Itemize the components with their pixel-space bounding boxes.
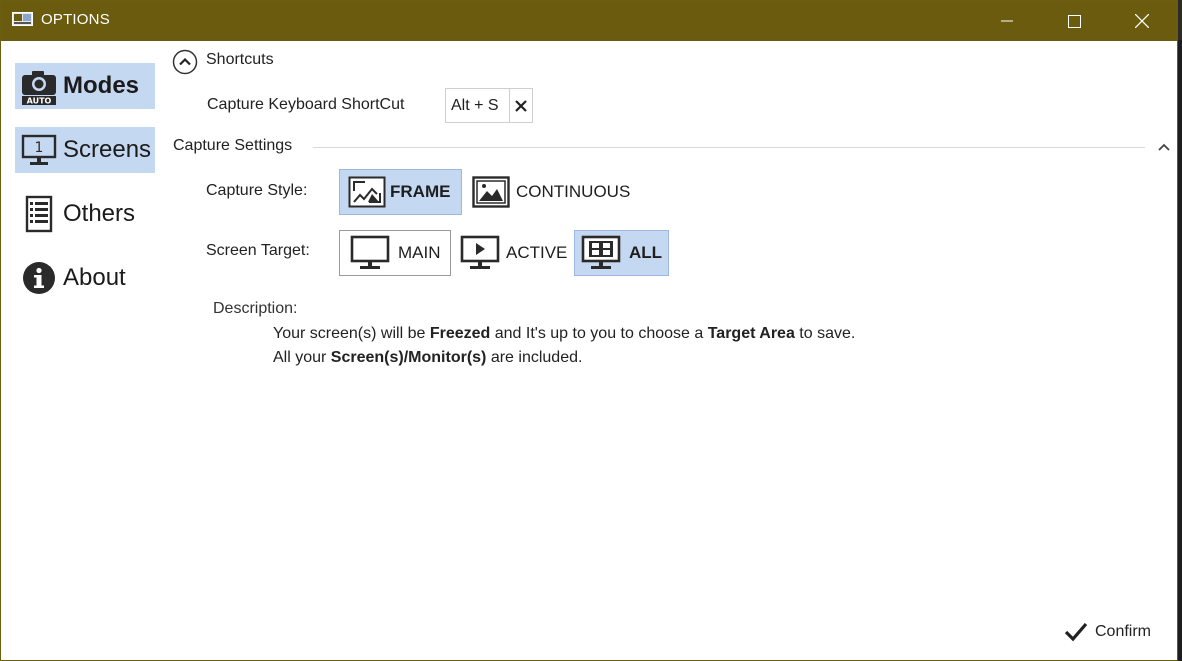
sidebar-item-label: Screens <box>63 136 152 163</box>
background-window-edge <box>1178 40 1182 661</box>
maximize-button[interactable] <box>1051 1 1097 41</box>
description-text: All your <box>273 349 331 366</box>
screen-target-main-option[interactable]: MAIN <box>339 230 451 276</box>
minimize-button[interactable] <box>984 1 1030 41</box>
minimize-icon <box>1001 20 1013 22</box>
confirm-label: Confirm <box>1095 623 1152 640</box>
group-divider <box>313 147 1145 148</box>
description-text: are included. <box>486 349 583 366</box>
description-title: Description: <box>213 300 298 317</box>
confirm-button[interactable]: Confirm <box>1063 618 1151 646</box>
description-emphasis: Target Area <box>707 325 795 342</box>
sidebar-item-label: Modes <box>63 72 140 99</box>
sidebar-item-screens[interactable]: 1 Screens <box>15 127 155 173</box>
camera-auto-icon: AUTO <box>19 66 59 106</box>
collapse-capture-settings-button[interactable] <box>1154 137 1174 157</box>
sidebar-item-label: About <box>63 264 126 291</box>
option-label: MAIN <box>398 243 441 262</box>
description-text: Your screen(s) will be <box>273 325 430 342</box>
sidebar-item-label: Others <box>63 200 136 227</box>
checkmark-icon <box>1064 622 1088 642</box>
image-icon <box>470 176 512 208</box>
auto-badge: AUTO <box>27 97 52 106</box>
screen-target-active-option[interactable]: ACTIVE <box>456 230 571 276</box>
option-label: ACTIVE <box>506 243 568 262</box>
sidebar-item-modes[interactable]: AUTO Modes <box>15 63 155 109</box>
maximize-icon <box>1067 14 1081 28</box>
option-label: CONTINUOUS <box>516 182 631 201</box>
capture-shortcut-value[interactable]: Alt + S <box>446 97 509 115</box>
chevron-up-icon <box>1158 143 1170 151</box>
monitor-play-icon <box>458 235 502 271</box>
info-icon <box>19 258 59 298</box>
description-text: and It's up to you to choose a <box>490 325 708 342</box>
svg-text:1: 1 <box>35 140 44 156</box>
monitor-icon <box>346 235 394 271</box>
screen-target-all-option[interactable]: ALL <box>574 230 669 276</box>
capture-style-continuous-option[interactable]: CONTINUOUS <box>468 169 638 215</box>
window-title: OPTIONS <box>41 11 110 28</box>
sidebar-item-about[interactable]: About <box>15 255 155 301</box>
clear-shortcut-button[interactable] <box>509 89 532 122</box>
close-icon <box>515 99 527 112</box>
collapse-shortcuts-icon[interactable] <box>172 49 198 75</box>
description-text: to save. <box>794 325 856 342</box>
capture-style-frame-option[interactable]: FRAME <box>339 169 462 215</box>
close-button[interactable] <box>1119 1 1165 41</box>
sidebar-item-others[interactable]: Others <box>15 191 155 237</box>
capture-style-label: Capture Style: <box>206 182 308 199</box>
app-icon <box>12 12 33 26</box>
title-bar: OPTIONS <box>1 1 1177 41</box>
list-icon <box>19 194 59 234</box>
option-label: ALL <box>629 243 663 262</box>
frame-icon <box>344 176 390 208</box>
monitors-all-icon <box>579 235 623 271</box>
close-icon <box>1135 14 1149 28</box>
description-line-1: Your screen(s) will be Freezed and It's … <box>273 325 855 343</box>
description-line-2: All your Screen(s)/Monitor(s) are includ… <box>273 349 582 367</box>
capture-settings-title: Capture Settings <box>173 137 301 155</box>
option-label: FRAME <box>390 182 451 201</box>
capture-shortcut-label: Capture Keyboard ShortCut <box>207 96 405 113</box>
description-emphasis: Freezed <box>429 325 491 342</box>
screen-target-label: Screen Target: <box>206 242 310 259</box>
capture-shortcut-field[interactable]: Alt + S <box>445 88 533 123</box>
shortcuts-section-title: Shortcuts <box>206 51 274 68</box>
description-emphasis: Screen(s)/Monitor(s) <box>330 349 487 366</box>
options-window: OPTIONS AUTO Modes 1 Screens Others Abou… <box>0 0 1178 661</box>
monitor-1-icon: 1 <box>19 130 59 170</box>
